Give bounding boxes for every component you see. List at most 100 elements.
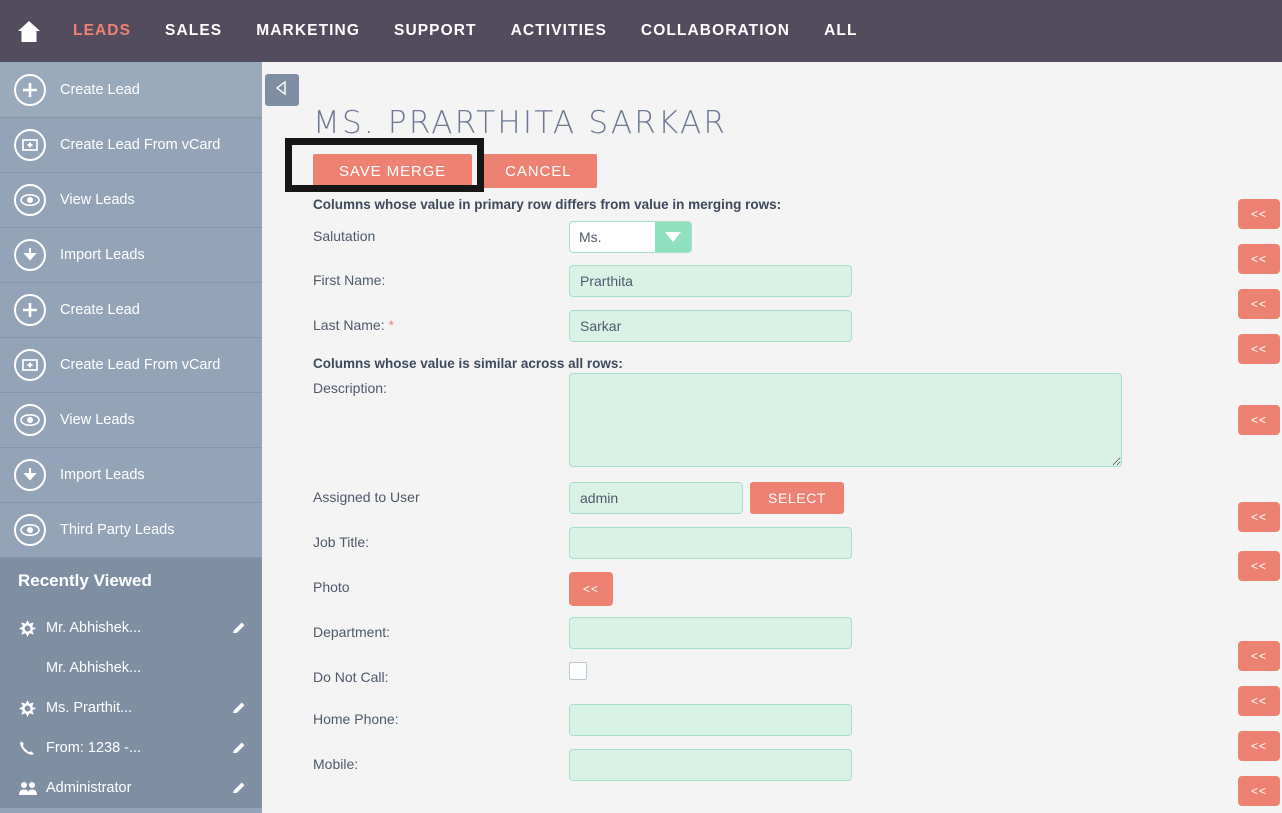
copy-button-salutation[interactable]: <<: [1238, 199, 1280, 229]
field-label-description: Description:: [313, 380, 387, 396]
edit-pencil-icon[interactable]: [230, 739, 248, 757]
field-label-do-not-call: Do Not Call:: [313, 669, 389, 685]
field-label-assigned-to-user: Assigned to User: [313, 489, 420, 505]
field-label-mobile: Mobile:: [313, 756, 359, 772]
left-triangle-icon: [274, 80, 290, 101]
description-textarea[interactable]: [569, 373, 1122, 467]
required-asterisk: *: [388, 317, 394, 333]
recent-item-administrator[interactable]: Administrator: [0, 768, 262, 808]
field-label-home-phone: Home Phone:: [313, 711, 399, 727]
sidebar-item-import-leads[interactable]: Import Leads: [0, 228, 262, 283]
field-row-job-title: Job Title:: [262, 527, 1282, 559]
sidebar-item-create-lead-from-vcard[interactable]: Create Lead From vCard: [0, 118, 262, 173]
sidebar-item-create-lead[interactable]: Create Lead: [0, 62, 262, 118]
card-plus-icon: [14, 349, 46, 381]
sidebar-item-import-leads-2[interactable]: Import Leads: [0, 448, 262, 503]
field-row-first-name: First Name:: [262, 265, 1282, 297]
select-user-button[interactable]: SELECT: [750, 482, 845, 514]
nav-item-sales[interactable]: SALES: [148, 0, 239, 62]
copy-button-last-name[interactable]: <<: [1238, 289, 1280, 319]
merge-form: Columns whose value in primary row diffe…: [262, 197, 1282, 781]
copy-button-assigned-to-user[interactable]: <<: [1238, 502, 1280, 532]
section-header-differs: Columns whose value in primary row diffe…: [313, 197, 782, 212]
copy-button-home-phone[interactable]: <<: [1238, 731, 1280, 761]
sidebar: Create Lead Create Lead From vCard View …: [0, 62, 262, 813]
nav-item-support[interactable]: SUPPORT: [377, 0, 494, 62]
copy-button-job-title[interactable]: <<: [1238, 551, 1280, 581]
recent-item-label: Mr. Abhishek...: [46, 660, 142, 676]
recent-item-mr-abhishek-sub[interactable]: Mr. Abhishek...: [0, 648, 262, 688]
sidebar-collapse-button[interactable]: [265, 74, 299, 106]
sidebar-item-create-lead-from-vcard-2[interactable]: Create Lead From vCard: [0, 338, 262, 393]
edit-pencil-icon[interactable]: [230, 779, 248, 797]
action-button-row: SAVE MERGE CANCEL: [313, 154, 604, 188]
sidebar-item-create-lead-2[interactable]: Create Lead: [0, 283, 262, 338]
last-name-input[interactable]: [569, 310, 852, 342]
recently-viewed-list: Mr. Abhishek... Mr. Abhishek... Ms. Prar…: [0, 604, 262, 808]
job-title-input[interactable]: [569, 527, 852, 559]
copy-button-description[interactable]: <<: [1238, 405, 1280, 435]
recent-item-from-1238[interactable]: From: 1238 -...: [0, 728, 262, 768]
section-header-similar: Columns whose value is similar across al…: [313, 356, 623, 371]
department-input[interactable]: [569, 617, 852, 649]
home-icon[interactable]: [8, 10, 50, 52]
recent-item-ms-prarthita[interactable]: Ms. Prarthit...: [0, 688, 262, 728]
sidebar-item-label: Create Lead From vCard: [60, 137, 221, 153]
sidebar-item-label: Create Lead: [60, 302, 140, 318]
nav-item-marketing[interactable]: MARKETING: [239, 0, 377, 62]
cancel-button[interactable]: CANCEL: [479, 154, 598, 188]
copy-button-department[interactable]: <<: [1238, 641, 1280, 671]
nav-item-activities[interactable]: ACTIVITIES: [494, 0, 624, 62]
sidebar-item-label: Import Leads: [60, 247, 145, 263]
save-merge-button[interactable]: SAVE MERGE: [313, 154, 473, 188]
nav-item-all[interactable]: ALL: [807, 0, 874, 62]
edit-pencil-icon[interactable]: [230, 619, 248, 637]
field-label-last-name: Last Name: *: [262, 310, 569, 333]
salutation-select-value: Ms.: [570, 222, 655, 252]
field-row-description: Description:: [262, 373, 1282, 472]
nav-item-leads[interactable]: LEADS: [56, 0, 148, 62]
download-arrow-icon: [14, 239, 46, 271]
eye-icon: [14, 404, 46, 436]
recently-viewed-title: Recently Viewed: [18, 571, 152, 590]
field-label-job-title: Job Title:: [313, 534, 370, 550]
recent-item-label: From: 1238 -...: [46, 740, 142, 756]
copy-button-first-name[interactable]: <<: [1238, 244, 1280, 274]
field-row-mobile: Mobile:: [262, 749, 1282, 781]
field-label-salutation: Salutation: [313, 228, 376, 244]
recent-item-mr-abhishek[interactable]: Mr. Abhishek...: [0, 608, 262, 648]
home-phone-input[interactable]: [569, 704, 852, 736]
recently-viewed-header: Recently Viewed: [0, 558, 262, 604]
eye-icon: [14, 514, 46, 546]
sidebar-item-label: Third Party Leads: [60, 522, 175, 538]
copy-button-extra[interactable]: <<: [1238, 334, 1280, 364]
download-arrow-icon: [14, 459, 46, 491]
copy-button-do-not-call[interactable]: <<: [1238, 686, 1280, 716]
field-row-assigned-to-user: Assigned to User SELECT: [262, 482, 1282, 514]
salutation-select[interactable]: Ms.: [569, 221, 692, 253]
photo-copy-button[interactable]: <<: [569, 572, 613, 606]
nav-item-collaboration[interactable]: COLLABORATION: [624, 0, 807, 62]
do-not-call-checkbox[interactable]: [569, 662, 587, 680]
eye-icon: [14, 184, 46, 216]
sidebar-item-label: Create Lead: [60, 81, 140, 98]
assigned-to-user-input[interactable]: [569, 482, 743, 514]
field-row-home-phone: Home Phone:: [262, 704, 1282, 736]
sidebar-item-view-leads-2[interactable]: View Leads: [0, 393, 262, 448]
copy-button-mobile[interactable]: <<: [1238, 776, 1280, 806]
top-navigation-bar: LEADS SALES MARKETING SUPPORT ACTIVITIES…: [0, 0, 1282, 62]
chevron-down-icon: [655, 222, 691, 252]
field-label-photo: Photo: [313, 579, 350, 595]
star-burst-icon: [18, 698, 40, 718]
mobile-input[interactable]: [569, 749, 852, 781]
plus-circle-icon: [14, 73, 46, 106]
first-name-input[interactable]: [569, 265, 852, 297]
sidebar-item-view-leads[interactable]: View Leads: [0, 173, 262, 228]
field-label-department: Department:: [313, 624, 391, 640]
recent-item-label: Mr. Abhishek...: [46, 620, 142, 636]
field-row-do-not-call: Do Not Call:: [262, 662, 1282, 685]
sidebar-item-third-party-leads[interactable]: Third Party Leads: [0, 503, 262, 558]
edit-pencil-icon[interactable]: [230, 699, 248, 717]
field-row-salutation: Salutation Ms.: [262, 221, 1282, 253]
sidebar-item-label: View Leads: [60, 412, 135, 428]
